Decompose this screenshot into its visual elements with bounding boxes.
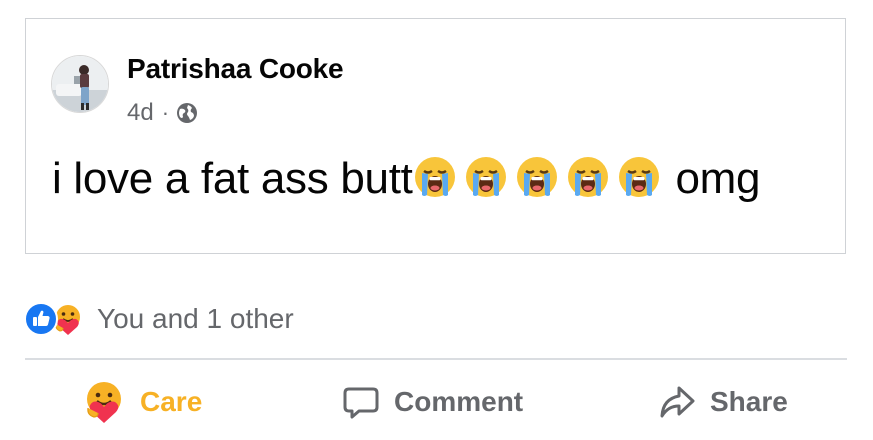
post-text: i love a fat ass butt omg: [52, 149, 761, 209]
loudly-crying-face-icon: [617, 155, 661, 199]
post-author-name[interactable]: Patrishaa Cooke: [127, 53, 344, 85]
comment-icon: [342, 383, 380, 421]
share-button[interactable]: Share: [658, 372, 788, 432]
loudly-crying-face-icon: [515, 155, 559, 199]
comment-button[interactable]: Comment: [342, 372, 523, 432]
post-timestamp[interactable]: 4d: [127, 99, 154, 127]
meta-separator: ·: [161, 100, 170, 125]
reaction-count-text[interactable]: You and 1 other: [97, 303, 294, 335]
reaction-summary[interactable]: You and 1 other: [24, 302, 294, 336]
care-label: Care: [140, 386, 203, 417]
globe-icon: [176, 102, 198, 124]
avatar[interactable]: [51, 55, 109, 113]
actions-divider: [25, 358, 847, 360]
care-icon: [82, 380, 126, 424]
post-meta: 4d ·: [127, 99, 198, 127]
share-icon: [658, 383, 696, 421]
share-label: Share: [710, 386, 788, 417]
comment-label: Comment: [394, 386, 524, 417]
post-text-tail: omg: [675, 154, 761, 203]
post-action-bar: Care Comment Share: [25, 372, 847, 432]
loudly-crying-face-icon: [566, 155, 610, 199]
care-button[interactable]: Care: [82, 372, 202, 432]
post-text-body: i love a fat ass butt: [52, 154, 413, 203]
shared-post-card[interactable]: Patrishaa Cooke 4d · i love a fat ass bu…: [25, 18, 846, 254]
loudly-crying-face-icon: [464, 155, 508, 199]
emoji-row: [413, 154, 676, 203]
loudly-crying-face-icon: [413, 155, 457, 199]
like-icon: [24, 302, 58, 336]
